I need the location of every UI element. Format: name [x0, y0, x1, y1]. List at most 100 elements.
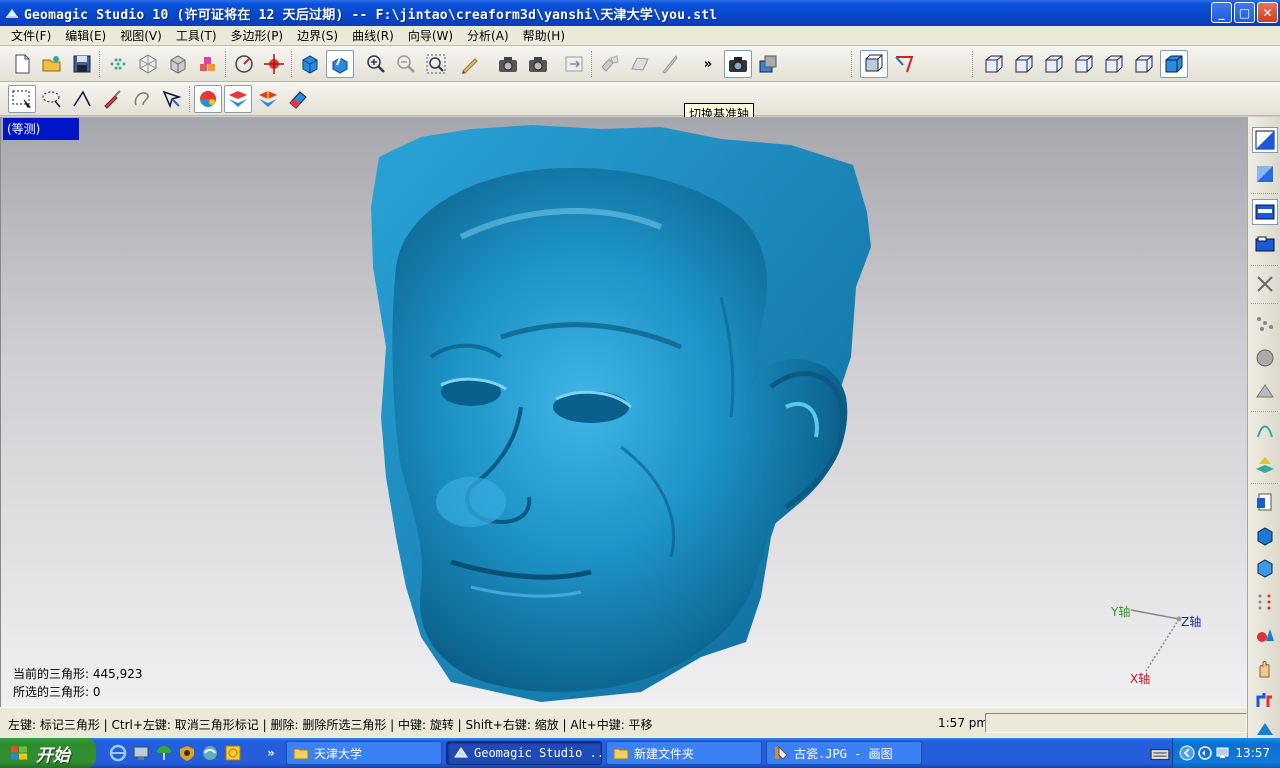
- current-triangles-stat: 当前的三角形: 445,923: [13, 667, 143, 681]
- maximize-button[interactable]: □: [1234, 2, 1255, 23]
- zoom-window-icon[interactable]: [422, 50, 450, 78]
- select-through-icon[interactable]: [158, 85, 186, 113]
- transfer-icon[interactable]: [754, 50, 782, 78]
- view-left-icon[interactable]: [1040, 50, 1068, 78]
- shield-icon[interactable]: [177, 743, 197, 763]
- plane-icon[interactable]: [626, 50, 654, 78]
- browser-icon[interactable]: [200, 743, 220, 763]
- menu-help[interactable]: 帮助(H): [516, 27, 572, 44]
- menu-view[interactable]: 视图(V): [113, 27, 169, 44]
- export-icon[interactable]: [560, 50, 588, 78]
- palette-dots-icon[interactable]: [1252, 589, 1278, 615]
- open-file-icon[interactable]: [38, 50, 66, 78]
- status-progress-box: [985, 713, 1247, 733]
- line-select-icon[interactable]: [68, 85, 96, 113]
- palette-gradient-icon[interactable]: [1252, 161, 1278, 187]
- shaded-box-icon[interactable]: [164, 50, 192, 78]
- menu-polygons[interactable]: 多边形(P): [224, 27, 291, 44]
- camera-icon[interactable]: [494, 50, 522, 78]
- view-top-icon[interactable]: [1100, 50, 1128, 78]
- camera-options-icon[interactable]: [524, 50, 552, 78]
- save-file-icon[interactable]: [68, 50, 96, 78]
- network-icon[interactable]: [131, 743, 151, 763]
- view-isometric-icon[interactable]: [1160, 50, 1188, 78]
- umbrella-icon[interactable]: [154, 743, 174, 763]
- palette-cube-icon[interactable]: [1252, 523, 1278, 549]
- palette-list-icon[interactable]: [1252, 231, 1278, 257]
- palette-layers-icon[interactable]: [1252, 451, 1278, 477]
- palette-panel-icon[interactable]: [1252, 127, 1278, 153]
- task-folder-tianjin[interactable]: 天津大学: [286, 741, 442, 765]
- menu-bar: 文件(F) 编辑(E) 视图(V) 工具(T) 多边形(P) 边界(S) 曲线(…: [0, 26, 1280, 46]
- target-icon[interactable]: [260, 50, 288, 78]
- select-visible-icon[interactable]: [194, 85, 222, 113]
- menu-curves[interactable]: 曲线(R): [345, 27, 401, 44]
- window-title: Geomagic Studio 10 (许可证将在 12 天后过期) -- F:…: [24, 7, 718, 23]
- view-bottom-icon[interactable]: [1130, 50, 1158, 78]
- menu-analysis[interactable]: 分析(A): [460, 27, 516, 44]
- network-tray-icon[interactable]: [1215, 745, 1231, 761]
- palette-points-icon[interactable]: [1252, 311, 1278, 337]
- close-button[interactable]: ✕: [1257, 2, 1278, 23]
- points-icon[interactable]: [104, 50, 132, 78]
- task-paint[interactable]: 古瓷.JPG - 画图: [766, 741, 922, 765]
- menu-edit[interactable]: 编辑(E): [58, 27, 113, 44]
- color-cubes-icon[interactable]: [194, 50, 222, 78]
- rectangle-select-icon[interactable]: [8, 85, 36, 113]
- task-folder-new[interactable]: 新建文件夹: [606, 741, 762, 765]
- palette-hand-icon[interactable]: [1252, 655, 1278, 681]
- palette-close-icon[interactable]: [1252, 271, 1278, 297]
- select-normals-icon[interactable]: [254, 85, 282, 113]
- palette-sphere-icon[interactable]: [1252, 345, 1278, 371]
- minimize-button[interactable]: _: [1211, 2, 1232, 23]
- lasso-select-icon[interactable]: [38, 85, 66, 113]
- task-geomagic[interactable]: Geomagic Studio ...: [446, 741, 602, 765]
- zoom-in-icon[interactable]: [362, 50, 390, 78]
- capture-icon[interactable]: [724, 50, 752, 78]
- wireframe-icon[interactable]: [134, 50, 162, 78]
- clock-app-icon[interactable]: [223, 743, 243, 763]
- compass-icon[interactable]: [230, 50, 258, 78]
- task-label: 古瓷.JPG - 画图: [794, 746, 893, 761]
- 3d-viewport[interactable]: (等测) 当前的三角形: 445,923 所选的三角形: 0 Y轴 Z轴 X轴: [0, 117, 1247, 707]
- menu-tools[interactable]: 工具(T): [169, 27, 224, 44]
- select-layers-icon[interactable]: [224, 85, 252, 113]
- custom-region-icon[interactable]: [128, 85, 156, 113]
- palette-doc-icon[interactable]: [1252, 489, 1278, 515]
- ie-icon[interactable]: [108, 743, 128, 763]
- view-front-icon[interactable]: [980, 50, 1008, 78]
- cross-section-icon[interactable]: [890, 50, 918, 78]
- paintbrush-select-icon[interactable]: [98, 85, 126, 113]
- palette-cube2-icon[interactable]: [1252, 555, 1278, 581]
- pieces-icon[interactable]: [596, 50, 624, 78]
- zoom-out-icon[interactable]: [392, 50, 420, 78]
- keyboard-icon[interactable]: [1150, 744, 1170, 764]
- blue-cube-icon[interactable]: [296, 50, 324, 78]
- x-axis-label: X轴: [1130, 672, 1151, 686]
- new-file-icon[interactable]: [8, 50, 36, 78]
- view-back-icon[interactable]: [1010, 50, 1038, 78]
- volume-icon[interactable]: [1197, 745, 1213, 761]
- menu-boundaries[interactable]: 边界(S): [290, 27, 345, 44]
- palette-shape-icon[interactable]: [1252, 379, 1278, 405]
- status-time: 1:57 pm: [938, 716, 989, 730]
- palette-tools-icon[interactable]: [1252, 687, 1278, 713]
- select-eraser-icon[interactable]: [284, 85, 312, 113]
- toolbar-overflow-button[interactable]: »: [694, 50, 722, 78]
- view-right-icon[interactable]: [1070, 50, 1098, 78]
- quicklaunch-overflow[interactable]: »: [261, 743, 281, 763]
- palette-primitives-icon[interactable]: [1252, 621, 1278, 647]
- knife-icon[interactable]: [656, 50, 684, 78]
- scanned-head-model[interactable]: [1, 117, 1247, 707]
- menu-wizard[interactable]: 向导(W): [401, 27, 460, 44]
- start-button[interactable]: 开始: [0, 738, 96, 768]
- tray-expand-icon[interactable]: [1179, 745, 1195, 761]
- bounding-box-icon[interactable]: [860, 50, 888, 78]
- palette-window-icon[interactable]: [1252, 199, 1278, 225]
- pencil-icon[interactable]: [456, 50, 484, 78]
- toggle-axis-icon[interactable]: [326, 50, 354, 78]
- selection-toolbar: [0, 82, 1280, 116]
- palette-curve-icon[interactable]: [1252, 417, 1278, 443]
- menu-file[interactable]: 文件(F): [4, 27, 58, 44]
- folder-icon: [613, 748, 629, 760]
